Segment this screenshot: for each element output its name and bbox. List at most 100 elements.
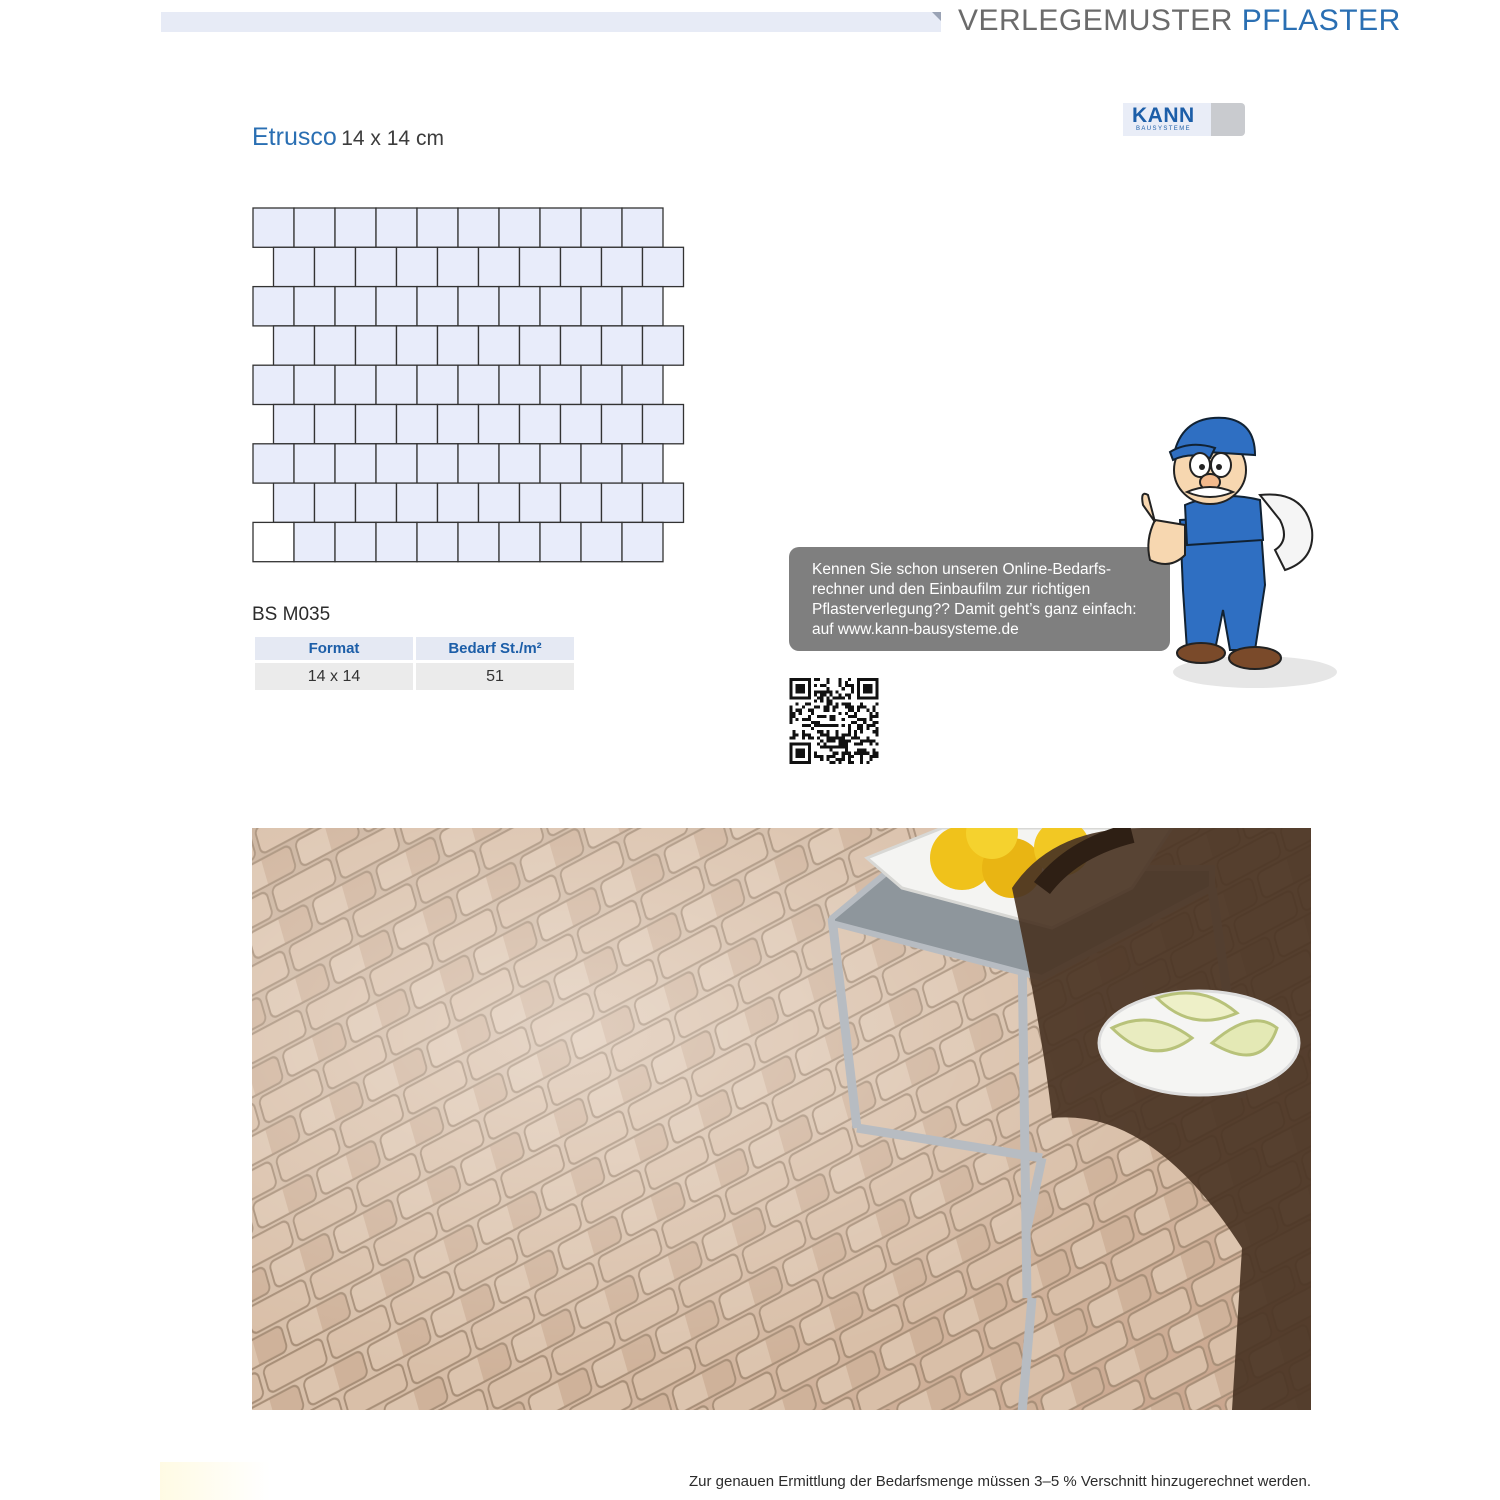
qr-module bbox=[814, 721, 818, 725]
qr-module bbox=[863, 717, 867, 721]
qr-module bbox=[844, 739, 848, 743]
pattern-stone bbox=[416, 521, 459, 563]
qr-module bbox=[792, 730, 796, 734]
pattern-stone bbox=[539, 521, 582, 563]
pattern-stone bbox=[498, 521, 541, 563]
qr-module bbox=[850, 721, 854, 725]
qr-module bbox=[817, 705, 821, 709]
qr-module bbox=[823, 693, 827, 697]
qr-module bbox=[823, 742, 827, 746]
pattern-stone bbox=[580, 207, 623, 248]
qr-module bbox=[875, 742, 879, 746]
pattern-code: BS M035 bbox=[252, 604, 331, 625]
qr-module bbox=[801, 705, 805, 709]
pattern-stone bbox=[375, 207, 418, 248]
qr-module bbox=[863, 748, 867, 752]
pattern-stone-highlighted bbox=[252, 521, 295, 563]
qr-module bbox=[817, 714, 821, 718]
qr-module bbox=[826, 708, 830, 712]
qr-module bbox=[875, 711, 879, 715]
qr-module bbox=[838, 760, 842, 764]
qr-module bbox=[810, 708, 815, 712]
qr-module bbox=[807, 702, 811, 706]
qr-module bbox=[847, 733, 851, 737]
pattern-stone bbox=[580, 364, 623, 406]
qr-module bbox=[814, 693, 818, 697]
qr-module bbox=[850, 760, 854, 764]
pattern-stone bbox=[600, 403, 644, 445]
qr-module bbox=[872, 754, 876, 758]
qr-module bbox=[844, 684, 848, 688]
qr-module bbox=[850, 754, 854, 758]
pattern-stone bbox=[477, 482, 521, 524]
pattern-stone bbox=[518, 325, 562, 366]
qr-module bbox=[807, 733, 811, 737]
qr-module bbox=[823, 724, 827, 728]
pattern-stone bbox=[641, 403, 685, 445]
qr-module bbox=[798, 711, 802, 715]
qr-module bbox=[850, 714, 854, 718]
qr-module bbox=[847, 724, 851, 728]
pattern-stone bbox=[334, 443, 377, 484]
qr-code[interactable] bbox=[789, 678, 879, 764]
pattern-stone bbox=[477, 325, 521, 366]
qr-module bbox=[838, 678, 842, 682]
pattern-stone bbox=[354, 325, 398, 366]
pattern-stone bbox=[498, 207, 541, 248]
qr-module bbox=[850, 690, 854, 694]
pattern-stone bbox=[334, 207, 377, 248]
qr-module bbox=[826, 757, 830, 761]
logo-grey-tab bbox=[1211, 103, 1245, 136]
qr-finder-core bbox=[795, 684, 805, 694]
qr-module bbox=[820, 714, 824, 718]
qr-module bbox=[829, 754, 833, 758]
qr-module bbox=[841, 757, 845, 761]
qr-module bbox=[853, 751, 858, 755]
qr-module bbox=[869, 742, 873, 746]
qr-module bbox=[869, 711, 873, 715]
pattern-stone bbox=[539, 364, 582, 406]
qr-module bbox=[832, 739, 836, 743]
pattern-stone bbox=[621, 285, 664, 327]
qr-module bbox=[795, 702, 799, 706]
qr-module bbox=[841, 751, 845, 755]
pattern-stone bbox=[580, 443, 623, 484]
qr-module bbox=[850, 684, 854, 688]
qr-module bbox=[869, 724, 873, 728]
qr-module bbox=[863, 721, 867, 725]
qr-module bbox=[847, 708, 851, 712]
qr-module bbox=[835, 736, 839, 740]
qr-module bbox=[844, 751, 848, 755]
pattern-stone bbox=[436, 403, 480, 445]
header-fold-corner bbox=[932, 12, 941, 21]
pattern-stone bbox=[498, 285, 541, 327]
pattern-stone bbox=[498, 443, 541, 484]
qr-module bbox=[838, 693, 842, 697]
paving-photo bbox=[252, 828, 1311, 1410]
qr-module bbox=[789, 717, 793, 721]
qr-module bbox=[860, 724, 864, 728]
qr-module bbox=[820, 693, 824, 697]
qr-module bbox=[860, 727, 864, 731]
qr-module bbox=[844, 711, 848, 715]
pattern-stone bbox=[457, 285, 500, 327]
qr-module bbox=[801, 717, 805, 721]
qr-module bbox=[820, 696, 824, 700]
pattern-stone bbox=[354, 246, 398, 288]
pattern-stone bbox=[477, 246, 521, 288]
qr-module bbox=[820, 754, 824, 758]
logo-subtext: BAUSYSTEME bbox=[1136, 126, 1192, 132]
qr-module bbox=[860, 751, 864, 755]
page-title-main: VERLEGEMUSTER bbox=[958, 4, 1233, 37]
qr-module bbox=[838, 696, 842, 700]
qr-module bbox=[844, 742, 848, 746]
qr-module bbox=[817, 742, 821, 746]
qr-module bbox=[857, 736, 861, 740]
product-heading: Etrusco 14 x 14 cm bbox=[252, 123, 444, 152]
qr-module bbox=[844, 705, 848, 709]
qr-module bbox=[860, 717, 864, 721]
qr-module bbox=[857, 705, 861, 709]
qr-module bbox=[826, 745, 830, 749]
promo-text: Kennen Sie schon unseren Online-Bedarfs-… bbox=[812, 561, 1137, 638]
qr-module bbox=[814, 678, 818, 682]
